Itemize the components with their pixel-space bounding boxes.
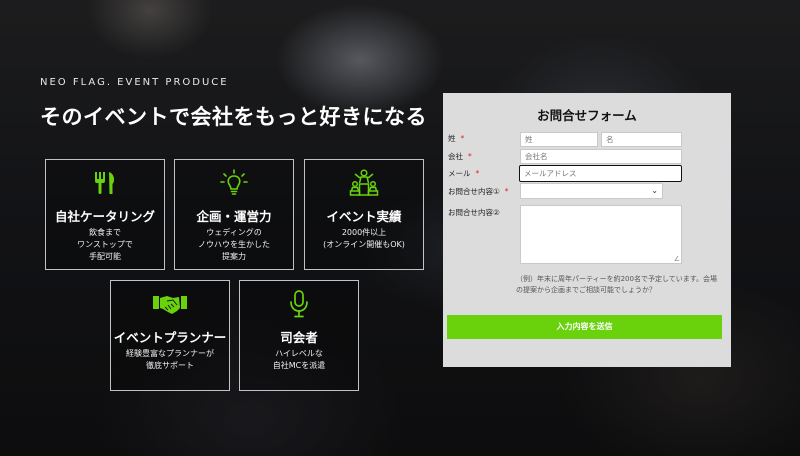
service-title: イベント実績 xyxy=(326,209,402,224)
email-label: メール * xyxy=(448,169,480,178)
service-card-catering: 自社ケータリング 飲食まで ワンストップで 手配可能 xyxy=(45,159,165,270)
service-card-track-record: イベント実績 2000件以上 (オンライン開催もOK) xyxy=(304,159,424,270)
service-card-planner: イベントプランナー 経験豊富なプランナーが 徹底サポート xyxy=(110,280,230,391)
form-title: お問合せフォーム xyxy=(537,108,637,123)
brand-tagline: NEO FLAG. EVENT PRODUCE xyxy=(40,77,229,88)
email-input[interactable] xyxy=(519,165,682,182)
handshake-icon xyxy=(111,289,229,319)
lightbulb-icon xyxy=(175,168,293,198)
service-title: イベントプランナー xyxy=(113,330,227,345)
inquiry1-label: お問合せ内容① * xyxy=(448,187,509,196)
service-card-planning: 企画・運営力 ウェディングの ノウハウを生かした 提案力 xyxy=(174,159,294,270)
service-description: 2000件以上 (オンライン開催もOK) xyxy=(323,228,405,249)
service-description: 経験豊富なプランナーが 徹底サポート xyxy=(126,349,214,370)
inquiry1-select[interactable]: ⌄ xyxy=(520,183,663,199)
name-label: 姓 * xyxy=(448,134,465,143)
first-name-input[interactable] xyxy=(601,132,682,147)
podium-people-icon xyxy=(305,168,423,198)
service-card-mc: 司会者 ハイレベルな 自社MCを派遣 xyxy=(239,280,359,391)
service-description: 飲食まで ワンストップで 手配可能 xyxy=(77,228,133,261)
page-headline: そのイベントで会社をもっと好きになる xyxy=(40,105,427,129)
service-title: 自社ケータリング xyxy=(54,209,155,224)
company-input[interactable] xyxy=(520,149,682,164)
inquiry2-label: お問合せ内容② xyxy=(448,208,500,217)
chevron-down-icon: ⌄ xyxy=(651,186,658,195)
service-title: 企画・運営力 xyxy=(196,209,272,224)
service-description: ハイレベルな 自社MCを派遣 xyxy=(272,349,326,370)
service-title: 司会者 xyxy=(280,330,318,345)
contact-form: お問合せフォーム 姓* 会社* メール* お問合せ内容①* ⌄ お問合せ内容② … xyxy=(443,93,731,367)
company-label: 会社 * xyxy=(448,152,472,161)
resize-grip-icon[interactable]: ∠ xyxy=(674,256,680,263)
microphone-icon xyxy=(240,289,358,319)
inquiry2-textarea[interactable]: ∠ xyxy=(520,205,682,264)
last-name-input[interactable] xyxy=(520,132,598,147)
service-description: ウェディングの ノウハウを生かした 提案力 xyxy=(198,228,270,261)
cutlery-icon xyxy=(46,168,164,198)
example-note: （例）年末に周年パーティーを約200名で予定しています。会場 の提案から企画までご… xyxy=(516,275,718,294)
submit-button[interactable]: 入力内容を送信 xyxy=(447,315,722,339)
